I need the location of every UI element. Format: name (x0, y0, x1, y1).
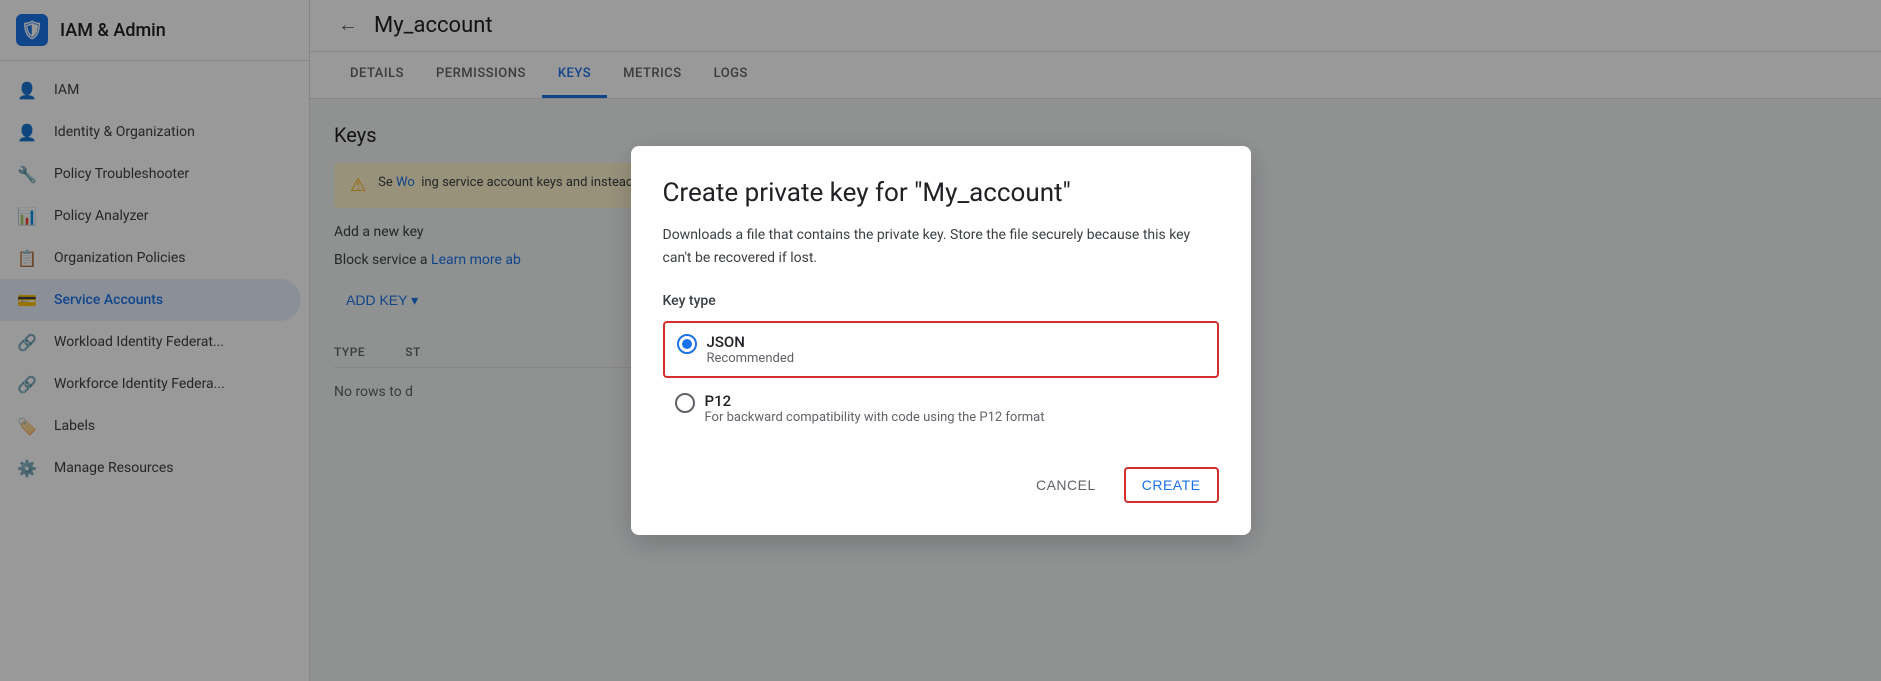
json-option[interactable]: JSON Recommended (663, 321, 1219, 378)
json-radio-text: JSON Recommended (707, 333, 795, 366)
p12-sublabel: For backward compatibility with code usi… (705, 410, 1045, 425)
create-key-modal: Create private key for "My_account" Down… (631, 146, 1251, 535)
json-sublabel: Recommended (707, 351, 795, 366)
create-button[interactable]: CREATE (1124, 467, 1219, 503)
cancel-button[interactable]: CANCEL (1020, 467, 1112, 503)
p12-option[interactable]: P12 For backward compatibility with code… (663, 382, 1219, 435)
key-type-label: Key type (663, 293, 1219, 309)
p12-radio-text: P12 For backward compatibility with code… (705, 392, 1045, 425)
modal-title: Create private key for "My_account" (663, 178, 1219, 208)
modal-overlay: Create private key for "My_account" Down… (0, 0, 1881, 681)
p12-label: P12 (705, 392, 1045, 410)
modal-actions: CANCEL CREATE (663, 467, 1219, 503)
json-label: JSON (707, 333, 795, 351)
modal-description: Downloads a file that contains the priva… (663, 224, 1219, 269)
json-radio[interactable] (677, 334, 697, 354)
p12-radio[interactable] (675, 393, 695, 413)
